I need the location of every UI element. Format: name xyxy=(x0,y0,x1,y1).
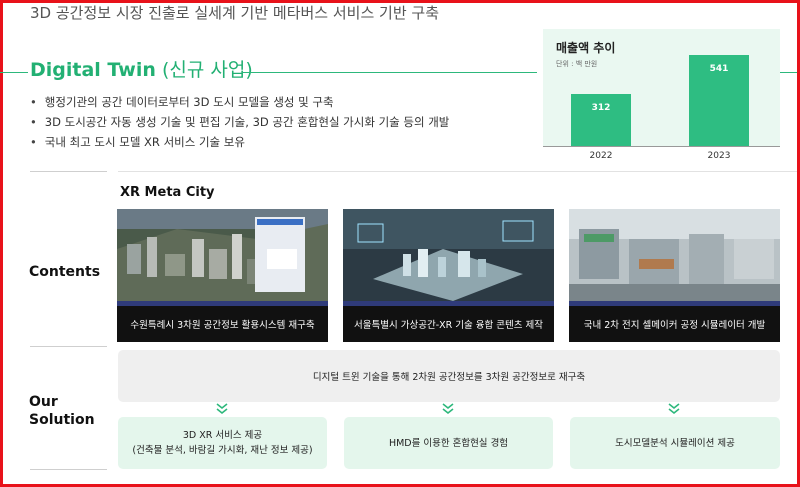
heading-line-end xyxy=(780,72,797,73)
content-card-seoul: 서울특별시 가상공간-XR 기술 융합 콘텐츠 제작 xyxy=(343,209,554,342)
solution-card-line: 도시모델분석 시뮬레이션 제공 xyxy=(615,437,735,449)
solution-card-line: HMD를 이용한 혼합현실 경험 xyxy=(388,437,509,449)
chart-x-tick: 2023 xyxy=(707,151,731,161)
xr-title: XR Meta City xyxy=(120,185,215,200)
content-card-caption: 수원특례시 3차원 공간정보 활용시스템 재구축 xyxy=(130,320,315,331)
chevron-down-icon xyxy=(442,403,454,415)
chevron-down-icon xyxy=(668,403,680,415)
solution-label: Our Solution xyxy=(29,393,95,429)
solution-card-xr-service: 3D XR 서비스 제공 (건축물 분석, 바람길 가시화, 재난 정보 제공) xyxy=(118,417,327,469)
section-title-ko: (신규 사업) xyxy=(161,59,253,81)
feature-list: 행정기관의 공간 데이터로부터 3D 도시 모델을 생성 및 구축 3D 도시공… xyxy=(30,92,450,152)
revenue-chart: 매출액 추이 단위 : 백 만원 312 541 xyxy=(543,29,780,146)
city-3d-map-image xyxy=(117,209,328,306)
chart-baseline xyxy=(543,146,780,147)
solution-card-hmd: HMD를 이용한 혼합현실 경험 xyxy=(344,417,553,469)
divider xyxy=(118,171,797,172)
list-item: 행정기관의 공간 데이터로부터 3D 도시 모델을 생성 및 구축 xyxy=(30,92,449,112)
factory-simulation-image xyxy=(569,209,780,306)
section-title-en: Digital Twin xyxy=(30,59,156,81)
solution-summary: 디지털 트윈 기술을 통해 2차원 공간정보를 3차원 공간정보로 재구축 xyxy=(118,350,780,402)
solution-label-line2: Solution xyxy=(29,412,95,428)
chart-unit: 단위 : 백 만원 xyxy=(556,60,598,68)
content-card-caption: 국내 2차 전지 셀메이커 공정 시뮬레이터 개발 xyxy=(583,320,766,331)
content-card-battery: 국내 2차 전지 셀메이커 공정 시뮬레이터 개발 xyxy=(569,209,780,342)
xr-hologram-image xyxy=(343,209,554,306)
chart-data-label: 541 xyxy=(709,64,729,74)
section-title: Digital Twin (신규 사업) xyxy=(30,55,253,82)
content-card-caption: 서울특별시 가상공간-XR 기술 융합 콘텐츠 제작 xyxy=(354,320,543,331)
chart-bar-2022 xyxy=(571,94,631,146)
chevron-down-icon xyxy=(216,403,228,415)
chart-x-tick: 2022 xyxy=(589,151,613,161)
list-item: 3D 도시공간 자동 생성 기술 및 편집 기술, 3D 공간 혼합현실 가시화… xyxy=(30,112,450,132)
heading-line-right xyxy=(242,72,537,73)
solution-label-line1: Our xyxy=(29,394,58,410)
chart-data-label: 312 xyxy=(591,103,611,113)
divider xyxy=(30,346,107,347)
chart-title: 매출액 추이 xyxy=(556,41,616,55)
solution-card-simulation: 도시모델분석 시뮬레이션 제공 xyxy=(570,417,780,469)
divider xyxy=(30,171,107,172)
contents-label: Contents xyxy=(29,264,101,280)
solution-card-line: 3D XR 서비스 제공 xyxy=(182,430,263,441)
content-card-suwon: 수원특례시 3차원 공간정보 활용시스템 재구축 xyxy=(117,209,328,342)
page-title: 3D 공간정보 시장 진출로 실세계 기반 메타버스 서비스 기반 구축 xyxy=(30,4,440,22)
heading-line-left xyxy=(0,72,28,73)
divider xyxy=(30,469,107,470)
list-item: 국내 최고 도시 모델 XR 서비스 기술 보유 xyxy=(30,132,449,152)
solution-card-line: (건축물 분석, 바람길 가시화, 재난 정보 제공) xyxy=(132,445,313,456)
